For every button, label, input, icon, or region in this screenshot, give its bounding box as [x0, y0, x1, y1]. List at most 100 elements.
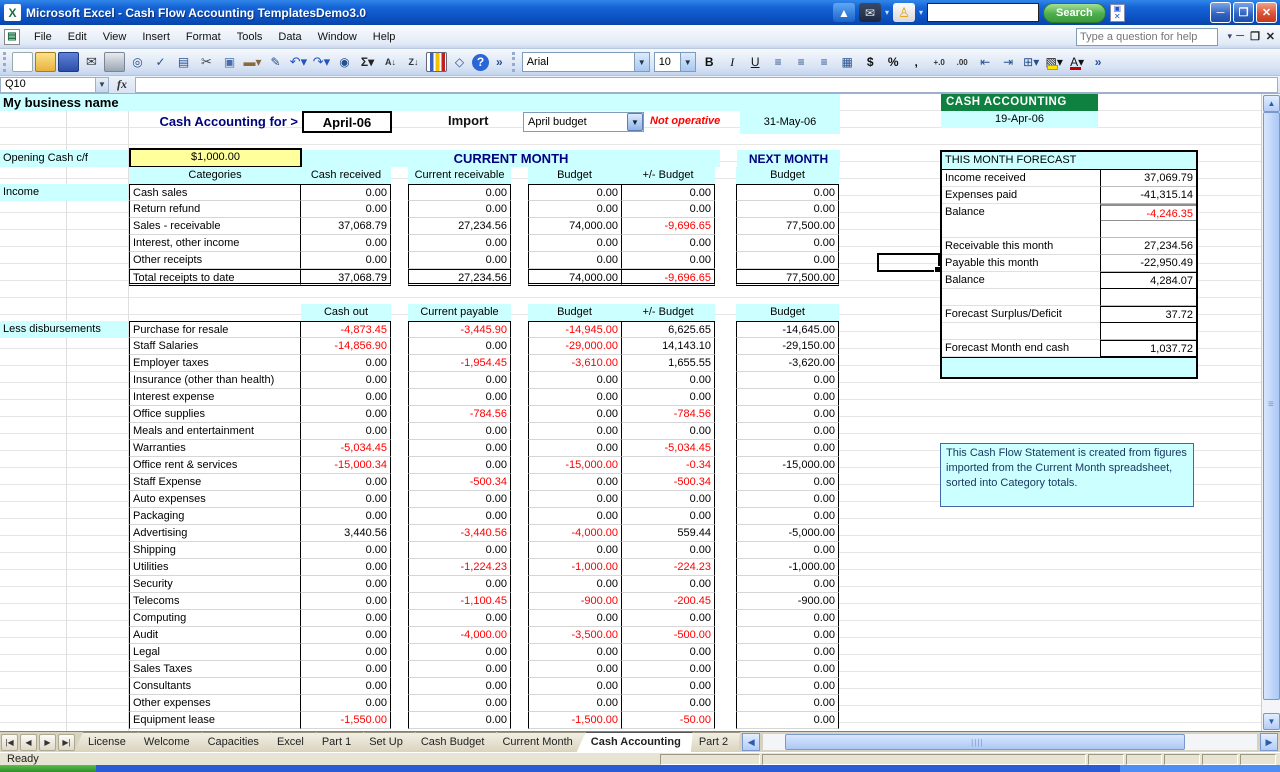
- comma-style-icon[interactable]: ,: [906, 52, 927, 72]
- next-budget-cell[interactable]: 0.00: [736, 389, 839, 406]
- menu-item[interactable]: Tools: [229, 28, 271, 46]
- italic-icon[interactable]: I: [722, 52, 743, 72]
- budget-cell[interactable]: 0.00: [528, 644, 621, 661]
- current-month-header[interactable]: CURRENT MONTH: [302, 150, 720, 167]
- menu-item[interactable]: Window: [310, 28, 365, 46]
- next-budget-cell[interactable]: -5,000.00: [736, 525, 839, 542]
- report-date-cell[interactable]: 19-Apr-06: [941, 111, 1098, 128]
- budget-cell[interactable]: -29,000.00: [528, 338, 621, 355]
- next-budget-cell[interactable]: 0.00: [736, 627, 839, 644]
- budget-cell[interactable]: 74,000.00: [528, 269, 621, 286]
- research-icon[interactable]: ▤: [173, 52, 194, 72]
- pm-budget-cell[interactable]: 0.00: [621, 695, 715, 712]
- titlebar-search-input[interactable]: [927, 3, 1039, 22]
- save-icon[interactable]: [58, 52, 79, 72]
- font-name-select[interactable]: Arial▼: [522, 52, 650, 72]
- cash-out-cell[interactable]: 0.00: [301, 593, 391, 610]
- pm-budget-cell[interactable]: 0.00: [621, 678, 715, 695]
- import-dropdown[interactable]: April budget▼: [523, 112, 644, 132]
- underline-icon[interactable]: U: [745, 52, 766, 72]
- col-header-next-budget[interactable]: Budget: [736, 304, 839, 321]
- cash-received-cell[interactable]: 0.00: [301, 184, 391, 201]
- col-header-current-receivable[interactable]: Current receivable: [408, 167, 511, 184]
- pm-budget-cell[interactable]: -9,696.65: [621, 269, 715, 286]
- next-budget-cell[interactable]: 0.00: [736, 491, 839, 508]
- cut-icon[interactable]: ✂: [196, 52, 217, 72]
- category-cell[interactable]: Sales - receivable: [129, 218, 301, 235]
- toolbar-grip[interactable]: [512, 52, 516, 72]
- scroll-down-icon[interactable]: ▼: [1263, 713, 1280, 730]
- budget-cell[interactable]: 0.00: [528, 576, 621, 593]
- category-cell[interactable]: Insurance (other than health): [129, 372, 301, 389]
- menu-item[interactable]: Insert: [134, 28, 178, 46]
- next-budget-cell[interactable]: 0.00: [736, 678, 839, 695]
- current-payable-cell[interactable]: 0.00: [408, 712, 511, 729]
- next-month-header[interactable]: NEXT MONTH: [737, 150, 840, 167]
- col-header-pm-budget[interactable]: +/- Budget: [621, 304, 715, 321]
- cash-out-cell[interactable]: -5,034.45: [301, 440, 391, 457]
- autosum-icon[interactable]: Σ▾: [357, 52, 378, 72]
- cash-received-cell[interactable]: 0.00: [301, 252, 391, 269]
- current-payable-cell[interactable]: -4,000.00: [408, 627, 511, 644]
- pm-budget-cell[interactable]: 0.00: [621, 184, 715, 201]
- current-receivable-cell[interactable]: 0.00: [408, 184, 511, 201]
- forecast-label-cell[interactable]: Income received: [942, 170, 1100, 187]
- cash-out-cell[interactable]: 3,440.56: [301, 525, 391, 542]
- forecast-label-cell[interactable]: Expenses paid: [942, 187, 1100, 204]
- menu-item[interactable]: View: [95, 28, 135, 46]
- next-budget-cell[interactable]: 0.00: [736, 423, 839, 440]
- pm-budget-cell[interactable]: 0.00: [621, 644, 715, 661]
- category-cell[interactable]: Consultants: [129, 678, 301, 695]
- sheet-tab-license[interactable]: License: [74, 732, 138, 752]
- cash-out-cell[interactable]: 0.00: [301, 610, 391, 627]
- paste-icon[interactable]: ▬▾: [242, 52, 263, 72]
- budget-cell[interactable]: 0.00: [528, 491, 621, 508]
- menu-item[interactable]: Help: [365, 28, 404, 46]
- formula-input[interactable]: [135, 77, 1278, 93]
- cash-out-cell[interactable]: 0.00: [301, 644, 391, 661]
- pm-budget-cell[interactable]: -500.00: [621, 627, 715, 644]
- forecast-value-cell[interactable]: 4,284.07: [1100, 272, 1196, 289]
- budget-cell[interactable]: -900.00: [528, 593, 621, 610]
- col-header-categories[interactable]: Categories: [129, 167, 301, 184]
- next-budget-cell[interactable]: 0.00: [736, 440, 839, 457]
- current-payable-cell[interactable]: -1,954.45: [408, 355, 511, 372]
- forecast-value-cell[interactable]: [1100, 289, 1196, 306]
- cash-out-cell[interactable]: 0.00: [301, 508, 391, 525]
- budget-cell[interactable]: 0.00: [528, 678, 621, 695]
- current-payable-cell[interactable]: -3,445.90: [408, 321, 511, 338]
- aol-icon[interactable]: ▲: [833, 3, 855, 22]
- cash-out-cell[interactable]: -1,550.00: [301, 712, 391, 729]
- current-payable-cell[interactable]: -1,100.45: [408, 593, 511, 610]
- budget-cell[interactable]: 0.00: [528, 389, 621, 406]
- menu-item[interactable]: File: [26, 28, 60, 46]
- next-budget-cell[interactable]: 0.00: [736, 576, 839, 593]
- current-payable-cell[interactable]: 0.00: [408, 576, 511, 593]
- forecast-title[interactable]: THIS MONTH FORECAST: [942, 152, 1196, 170]
- next-budget-cell[interactable]: 0.00: [736, 695, 839, 712]
- redo-icon[interactable]: ↷▾: [311, 52, 332, 72]
- cash-out-cell[interactable]: 0.00: [301, 695, 391, 712]
- current-payable-cell[interactable]: 0.00: [408, 661, 511, 678]
- budget-cell[interactable]: 0.00: [528, 406, 621, 423]
- category-cell[interactable]: Auto expenses: [129, 491, 301, 508]
- category-cell[interactable]: Staff Expense: [129, 474, 301, 491]
- opening-cash-value-cell[interactable]: $1,000.00: [129, 148, 302, 168]
- increase-indent-icon[interactable]: ⇥: [998, 52, 1019, 72]
- sort-ascending-icon[interactable]: A↓: [380, 52, 401, 72]
- cash-out-cell[interactable]: 0.00: [301, 542, 391, 559]
- next-budget-cell[interactable]: 0.00: [736, 661, 839, 678]
- pm-budget-cell[interactable]: 0.00: [621, 389, 715, 406]
- cash-received-cell[interactable]: 37,068.79: [301, 218, 391, 235]
- print-preview-icon[interactable]: ◎: [127, 52, 148, 72]
- current-payable-cell[interactable]: -3,440.56: [408, 525, 511, 542]
- pm-budget-cell[interactable]: 14,143.10: [621, 338, 715, 355]
- taskbar-button-edge[interactable]: [1120, 765, 1280, 772]
- category-cell[interactable]: Utilities: [129, 559, 301, 576]
- forecast-value-cell[interactable]: -22,950.49: [1100, 255, 1196, 272]
- pm-budget-cell[interactable]: -784.56: [621, 406, 715, 423]
- category-cell[interactable]: Staff Salaries: [129, 338, 301, 355]
- next-budget-cell[interactable]: 0.00: [736, 252, 839, 269]
- pm-budget-cell[interactable]: 0.00: [621, 372, 715, 389]
- spreadsheet-grid[interactable]: My business name CASH ACCOUNTING 19-Apr-…: [0, 94, 1280, 731]
